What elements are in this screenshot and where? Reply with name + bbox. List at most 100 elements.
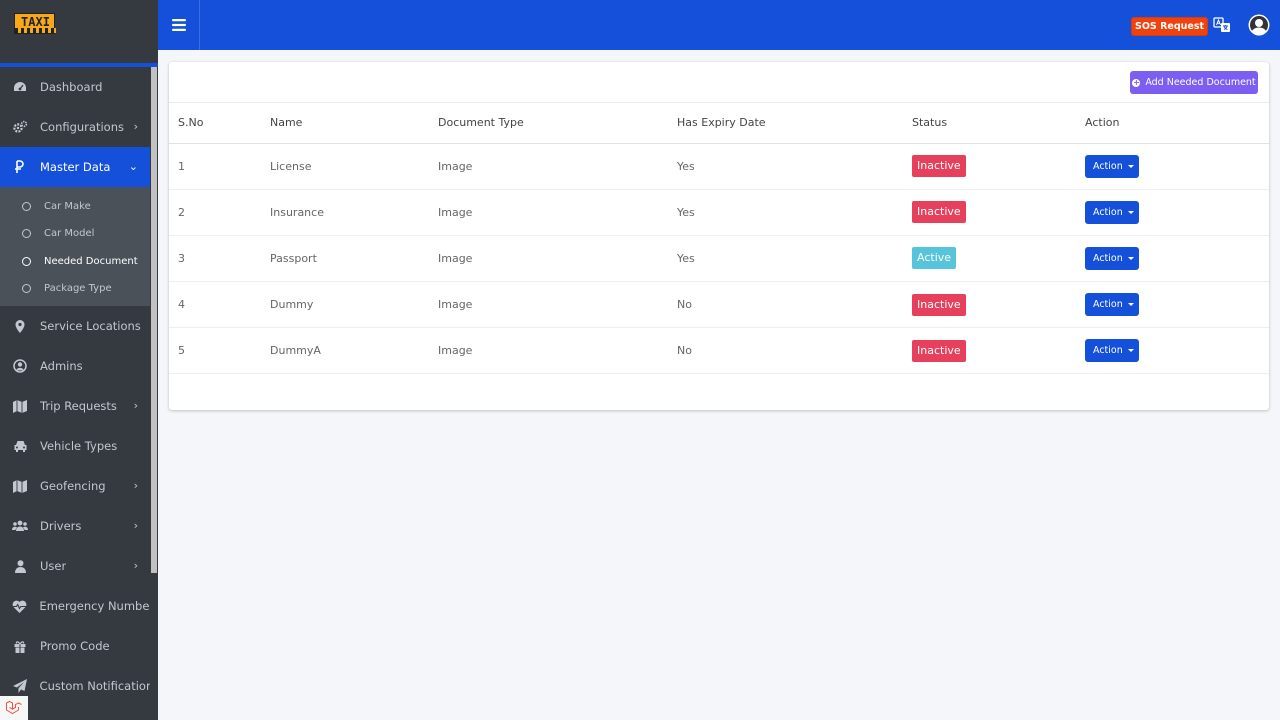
card-header: + Add Needed Document: [169, 62, 1269, 103]
chevron-right-icon: ›: [133, 519, 138, 533]
plus-circle-icon: +: [1132, 77, 1141, 87]
caret-down-icon: [1127, 164, 1134, 168]
sidebar-item-label: User: [40, 559, 67, 574]
status-badge[interactable]: Inactive: [912, 155, 966, 178]
sidebar-item-vehicle-types[interactable]: Vehicle Types: [0, 426, 150, 466]
sidebar-subitem-package-type[interactable]: Package Type: [0, 275, 150, 302]
user-circle-icon: [12, 358, 28, 374]
action-dropdown-button[interactable]: Action: [1085, 293, 1139, 317]
sidebar-subitem-car-make[interactable]: Car Make: [0, 193, 150, 220]
cell-status: Inactive: [912, 327, 1085, 375]
map-icon: [12, 478, 28, 494]
cell-name: License: [270, 143, 438, 190]
master-data-icon: [12, 159, 28, 175]
cell-document-type: Image: [438, 235, 677, 283]
sidebar-item-label: Master Data: [40, 160, 111, 174]
status-badge[interactable]: Inactive: [912, 293, 966, 316]
status-badge[interactable]: Inactive: [912, 201, 966, 224]
column-header-document-type[interactable]: Document Type: [438, 103, 677, 144]
cell-document-type: Image: [438, 281, 677, 329]
laravel-icon[interactable]: [0, 696, 28, 720]
sidebar-item-emergency-number[interactable]: Emergency Number: [0, 586, 150, 626]
taxi-logo[interactable]: TAXI: [14, 13, 56, 34]
sidebar-subitem-label: Car Model: [44, 228, 95, 240]
sidebar-item-user[interactable]: User ›: [0, 546, 150, 586]
sos-request-button[interactable]: SOS Request: [1131, 17, 1209, 36]
sidebar-item-configurations[interactable]: Configurations ›: [0, 107, 150, 147]
master-data-submenu: Car Make Car Model Needed Document Packa…: [0, 187, 150, 307]
sidebar-item-geofencing[interactable]: Geofencing ›: [0, 466, 150, 506]
action-label: Action: [1093, 206, 1123, 218]
cell-sno: 4: [169, 281, 270, 329]
logo-checker-pattern: [15, 28, 56, 33]
sidebar-subitem-label: Package Type: [44, 283, 112, 295]
cell-status: Active: [912, 235, 1085, 283]
column-header-name[interactable]: Name: [270, 103, 438, 144]
sidebar-item-label: Emergency Number: [39, 599, 150, 614]
action-dropdown-button[interactable]: Action: [1085, 200, 1139, 224]
circle-icon: [22, 202, 31, 212]
cell-action: Action: [1085, 235, 1269, 283]
table-row: 4 Dummy Image No Inactive Action: [169, 281, 1269, 329]
sidebar-scrollbar-thumb[interactable]: [151, 67, 157, 573]
column-header-has-expiry-date[interactable]: Has Expiry Date: [677, 103, 912, 144]
cogs-icon: [12, 119, 28, 135]
sidebar-item-dashboard[interactable]: Dashboard: [0, 67, 150, 107]
cell-status: Inactive: [912, 281, 1085, 329]
cell-has-expiry: Yes: [677, 235, 912, 283]
heartbeat-icon: [12, 598, 27, 614]
cell-sno: 2: [169, 189, 270, 236]
action-dropdown-button[interactable]: Action: [1085, 339, 1139, 363]
action-label: Action: [1093, 252, 1123, 264]
sidebar-item-label: Geofencing: [40, 479, 106, 494]
sidebar-item-admins[interactable]: Admins: [0, 346, 150, 386]
gift-icon: [12, 638, 28, 654]
status-badge[interactable]: Active: [912, 247, 957, 270]
top-navbar: SOS Request: [158, 0, 1280, 50]
cell-action: Action: [1085, 281, 1269, 329]
menu-toggle-button[interactable]: [158, 0, 200, 50]
table-row: 5 DummyA Image No Inactive Action: [169, 327, 1269, 375]
cell-name: Passport: [270, 235, 438, 283]
sidebar-item-drivers[interactable]: Drivers ›: [0, 506, 150, 546]
table-row: 1 License Image Yes Inactive Action: [169, 143, 1269, 190]
table-row: 2 Insurance Image Yes Inactive Action: [169, 189, 1269, 236]
sidebar-item-trip-requests[interactable]: Trip Requests ›: [0, 386, 150, 426]
sidebar-subitem-needed-document[interactable]: Needed Document: [0, 248, 150, 275]
add-button-label: Add Needed Document: [1145, 77, 1256, 88]
cell-has-expiry: No: [677, 327, 912, 375]
map-marker-icon: [12, 318, 28, 334]
action-dropdown-button[interactable]: Action: [1085, 246, 1139, 270]
needed-documents-table: S.No Name Document Type Has Expiry Date …: [169, 103, 1269, 375]
chevron-right-icon: ›: [133, 559, 138, 573]
add-needed-document-button[interactable]: + Add Needed Document: [1130, 71, 1258, 94]
sidebar-item-service-locations[interactable]: Service Locations: [0, 306, 150, 346]
status-badge[interactable]: Inactive: [912, 339, 966, 362]
cell-action: Action: [1085, 143, 1269, 190]
circle-icon: [22, 229, 31, 239]
sidebar-item-label: Admins: [40, 359, 83, 374]
users-icon: [12, 518, 28, 534]
sidebar-item-master-data[interactable]: Master Data ⌄: [0, 147, 150, 187]
sidebar: TAXI Dashboard Configurations › Master D…: [0, 0, 158, 720]
action-dropdown-button[interactable]: Action: [1085, 154, 1139, 178]
column-header-status[interactable]: Status: [912, 103, 1085, 144]
hamburger-icon: [171, 19, 186, 31]
cell-action: Action: [1085, 189, 1269, 236]
sidebar-subitem-car-model[interactable]: Car Model: [0, 220, 150, 247]
user-avatar[interactable]: [1248, 13, 1270, 37]
map-icon: [12, 398, 28, 414]
brand[interactable]: TAXI: [0, 0, 158, 63]
sidebar-item-label: Drivers: [40, 519, 82, 534]
cell-name: DummyA: [270, 327, 438, 375]
sidebar-item-label: Configurations: [40, 120, 124, 134]
caret-down-icon: [1127, 349, 1134, 353]
language-icon[interactable]: [1213, 16, 1231, 34]
paper-plane-icon: [12, 678, 28, 694]
column-header-sno[interactable]: S.No: [169, 103, 270, 144]
cell-action: Action: [1085, 327, 1269, 375]
sidebar-item-promo-code[interactable]: Promo Code: [0, 626, 150, 666]
sidebar-menu: Dashboard Configurations › Master Data ⌄…: [0, 67, 150, 706]
cell-document-type: Image: [438, 327, 677, 375]
cell-status: Inactive: [912, 189, 1085, 236]
